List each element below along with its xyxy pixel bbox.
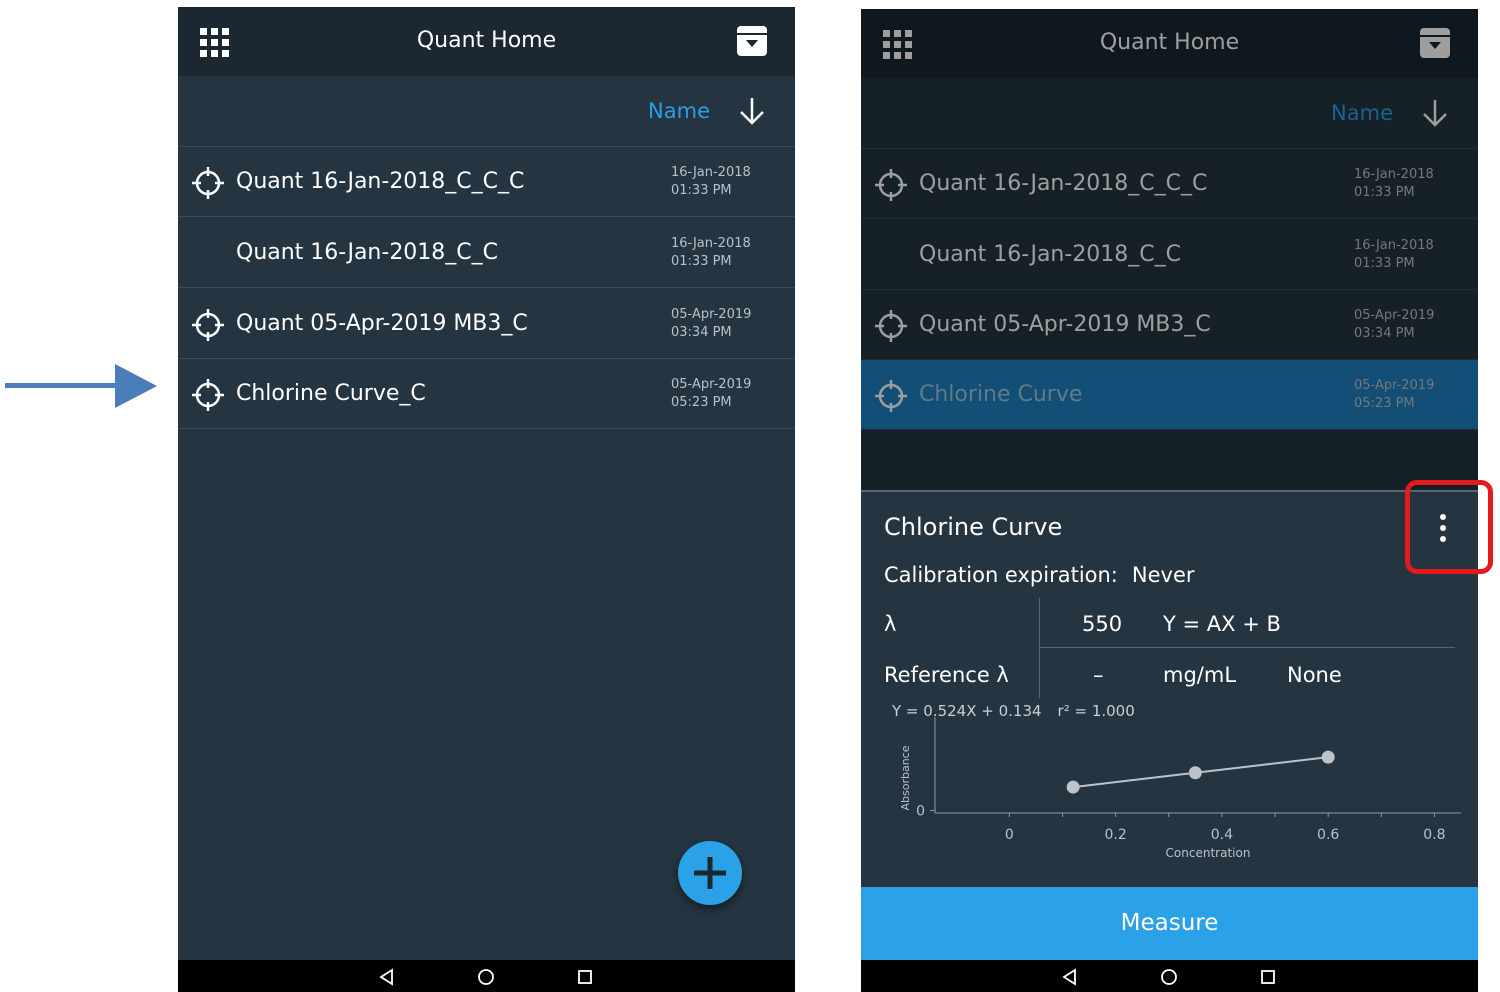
reference-option: None bbox=[1287, 663, 1342, 687]
recents-icon[interactable] bbox=[1259, 968, 1277, 986]
item-name: Quant 05-Apr-2019 MB3_C bbox=[236, 311, 528, 336]
system-nav-bar bbox=[178, 960, 795, 992]
calibration-chart: 0 0.2 0.4 0.6 0.8 0 Concentration Absorbance bbox=[899, 717, 1461, 860]
calibration-value: Never bbox=[1131, 563, 1195, 587]
y-tick-label: 0 bbox=[916, 804, 925, 820]
measure-label: Measure bbox=[1120, 910, 1219, 936]
data-point bbox=[1066, 780, 1080, 794]
x-tick-label: 0.6 bbox=[1317, 827, 1339, 843]
dim-overlay[interactable] bbox=[861, 9, 1478, 490]
table-divider-vertical bbox=[1039, 598, 1040, 698]
home-icon[interactable] bbox=[477, 968, 495, 986]
sort-bar: Name bbox=[178, 76, 795, 147]
item-name: Quant 16-Jan-2018_C_C_C bbox=[236, 169, 525, 194]
target-icon bbox=[192, 309, 224, 341]
curve-formula: Y = AX + B bbox=[1163, 612, 1281, 636]
item-name: Chlorine Curve_C bbox=[236, 381, 426, 406]
x-axis-label: Concentration bbox=[1166, 846, 1251, 860]
unit-label: mg/mL bbox=[1163, 663, 1237, 687]
right-screen: Quant Home Name Quant 16-Jan-2018_C_C_C … bbox=[861, 9, 1478, 992]
list-item[interactable]: Quant 05-Apr-2019 MB3_C 05-Apr-2019 03:3… bbox=[178, 289, 795, 359]
item-date: 05-Apr-2019 05:23 PM bbox=[671, 377, 752, 410]
pointer-arrow-icon bbox=[5, 364, 157, 408]
add-button[interactable] bbox=[678, 841, 742, 905]
calibration-label: Calibration expiration: bbox=[884, 563, 1118, 587]
back-icon[interactable] bbox=[378, 968, 396, 986]
data-point bbox=[1321, 750, 1335, 764]
arrow-down-icon[interactable] bbox=[737, 96, 767, 126]
item-name: Quant 16-Jan-2018_C_C bbox=[236, 240, 499, 265]
sort-by-name-button[interactable]: Name bbox=[648, 99, 710, 123]
recents-icon[interactable] bbox=[576, 968, 594, 986]
item-date: 16-Jan-2018 01:33 PM bbox=[671, 165, 751, 198]
app-bar: Quant Home bbox=[178, 7, 795, 76]
detail-sheet: Chlorine Curve Calibration expiration: Ne… bbox=[861, 490, 1478, 887]
lambda-value: 550 bbox=[1082, 612, 1123, 636]
list-item[interactable]: Chlorine Curve_C 05-Apr-2019 05:23 PM bbox=[178, 359, 795, 429]
system-nav-bar bbox=[861, 960, 1478, 992]
item-date: 05-Apr-2019 03:34 PM bbox=[671, 307, 752, 340]
target-icon bbox=[192, 167, 224, 199]
list-item[interactable]: Quant 16-Jan-2018_C_C_C 16-Jan-2018 01:3… bbox=[178, 147, 795, 217]
measure-button[interactable]: Measure bbox=[861, 887, 1478, 961]
archive-icon[interactable] bbox=[737, 26, 767, 56]
data-point bbox=[1188, 766, 1202, 780]
item-date: 16-Jan-2018 01:33 PM bbox=[671, 236, 751, 269]
reference-lambda-value: – bbox=[1093, 663, 1104, 687]
x-tick-label: 0.4 bbox=[1211, 827, 1233, 843]
lambda-label: λ bbox=[884, 612, 897, 636]
highlight-box bbox=[1405, 480, 1493, 574]
back-icon[interactable] bbox=[1061, 968, 1079, 986]
plus-icon bbox=[694, 857, 726, 889]
x-tick-label: 0 bbox=[1005, 827, 1014, 843]
y-axis-label: Absorbance bbox=[899, 745, 912, 810]
reference-lambda-label: Reference λ bbox=[884, 663, 1009, 687]
page-title: Quant Home bbox=[416, 28, 557, 53]
x-tick-label: 0.2 bbox=[1105, 827, 1127, 843]
sheet-title: Chlorine Curve bbox=[884, 513, 1063, 541]
calibration-expiration: Calibration expiration: Never bbox=[884, 563, 1209, 587]
table-divider-horizontal bbox=[1039, 647, 1455, 648]
x-tick-label: 0.8 bbox=[1423, 827, 1445, 843]
target-icon bbox=[192, 379, 224, 411]
list-item[interactable]: Quant 16-Jan-2018_C_C 16-Jan-2018 01:33 … bbox=[178, 218, 795, 288]
left-screen: Quant Home Name Quant 16-Jan-2018_C_C_C … bbox=[178, 7, 795, 992]
home-icon[interactable] bbox=[1160, 968, 1178, 986]
